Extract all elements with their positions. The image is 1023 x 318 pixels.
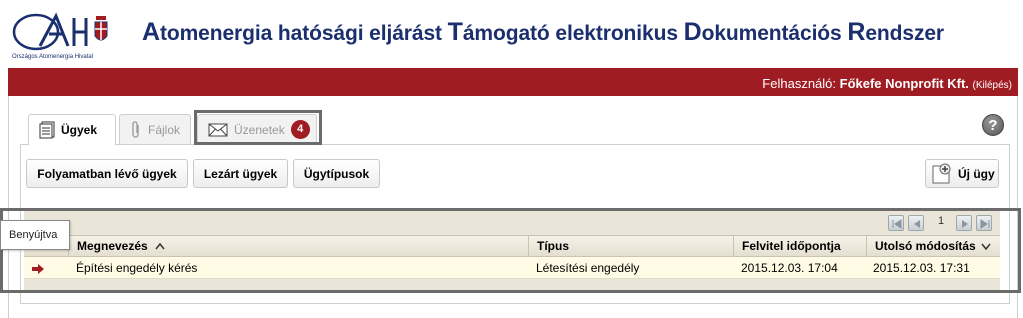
help-icon[interactable]: ? — [982, 114, 1004, 136]
last-page-icon — [980, 219, 990, 229]
logo-caption: Országos Atomenergia Hivatal — [12, 54, 94, 60]
tab-messages[interactable]: Üzenetek 4 — [197, 114, 317, 144]
column-header-type[interactable]: Típus — [528, 236, 733, 257]
title-part: endszer — [865, 22, 944, 45]
tab-files[interactable]: Fájlok — [119, 114, 191, 144]
cell-type: Létesítési engedély — [536, 261, 640, 275]
column-header-created[interactable]: Felvitel időpontja — [733, 236, 866, 257]
tab-cases[interactable]: Ügyek — [28, 114, 116, 145]
grid-header: Megnevezés Típus Felvitel időpontja Utol… — [24, 235, 1000, 257]
table-row[interactable]: Építési engedély kérés Létesítési engedé… — [24, 257, 1000, 279]
cell-created: 2015.12.03. 17:04 — [741, 261, 838, 275]
title-part: okumentációs — [701, 22, 848, 45]
status-arrow-icon — [32, 257, 52, 279]
title-part: tomenergia hatósági eljárást — [159, 22, 448, 45]
cell-modified: 2015.12.03. 17:31 — [873, 261, 970, 275]
column-header-label: Megnevezés — [77, 239, 148, 253]
tab-label: Fájlok — [148, 122, 181, 137]
tab-label: Ügyek — [61, 123, 98, 137]
new-document-icon — [932, 163, 951, 183]
status-tooltip: Benyújtva — [0, 220, 70, 250]
user-name: Főkefe Nonprofit Kft. — [839, 76, 969, 91]
sort-asc-icon — [155, 242, 165, 250]
title-cap: T — [447, 18, 463, 46]
new-case-button[interactable]: Új ügy — [925, 159, 999, 188]
new-case-label: Új ügy — [958, 166, 995, 181]
page-number: 1 — [938, 215, 945, 227]
user-info: Felhasználó: Főkefe Nonprofit Kft. (Kilé… — [762, 76, 1012, 91]
column-header-label: Utolsó módosítás — [875, 239, 976, 253]
logout-link[interactable]: (Kilépés) — [973, 80, 1012, 91]
envelope-icon — [208, 123, 228, 136]
column-header-modified[interactable]: Utolsó módosítás — [866, 236, 1000, 257]
title-part: ámogató elektronikus — [462, 22, 684, 45]
header: Országos Atomenergia Hivatal Atomenergia… — [0, 0, 1023, 68]
next-page-icon — [962, 220, 968, 228]
cell-name: Építési engedély kérés — [76, 261, 198, 275]
first-page-button[interactable] — [888, 215, 904, 231]
column-header-name[interactable]: Megnevezés — [68, 236, 528, 257]
title-cap: A — [142, 18, 160, 46]
unread-badge: 4 — [290, 120, 310, 139]
closed-cases-button[interactable]: Lezárt ügyek — [193, 159, 288, 188]
title-cap: R — [847, 18, 866, 46]
pager: 1 — [24, 211, 1000, 235]
column-header-label: Típus — [537, 239, 569, 253]
column-header-label: Felvitel időpontja — [742, 239, 841, 253]
user-label: Felhasználó: — [762, 76, 837, 91]
sort-desc-icon — [981, 243, 991, 251]
grid-footer — [24, 279, 1000, 293]
prev-page-icon — [914, 220, 920, 228]
in-progress-cases-button[interactable]: Folyamatban lévő ügyek — [26, 159, 188, 188]
case-types-button[interactable]: Ügytípusok — [293, 159, 380, 188]
document-icon — [39, 121, 55, 139]
title-cap: D — [683, 18, 702, 46]
first-page-icon — [892, 219, 902, 229]
cases-grid: 1 Megnevezés Típus Felvitel időpontja Ut… — [24, 211, 1000, 293]
next-page-button[interactable] — [956, 215, 972, 231]
app-title: Atomenergia hatósági eljárást Támogató e… — [142, 18, 944, 47]
paperclip-icon — [132, 120, 139, 138]
user-bar: Felhasználó: Főkefe Nonprofit Kft. (Kilé… — [8, 68, 1018, 96]
tab-label: Üzenetek — [234, 122, 285, 137]
last-page-button[interactable] — [976, 215, 992, 231]
prev-page-button[interactable] — [908, 215, 924, 231]
